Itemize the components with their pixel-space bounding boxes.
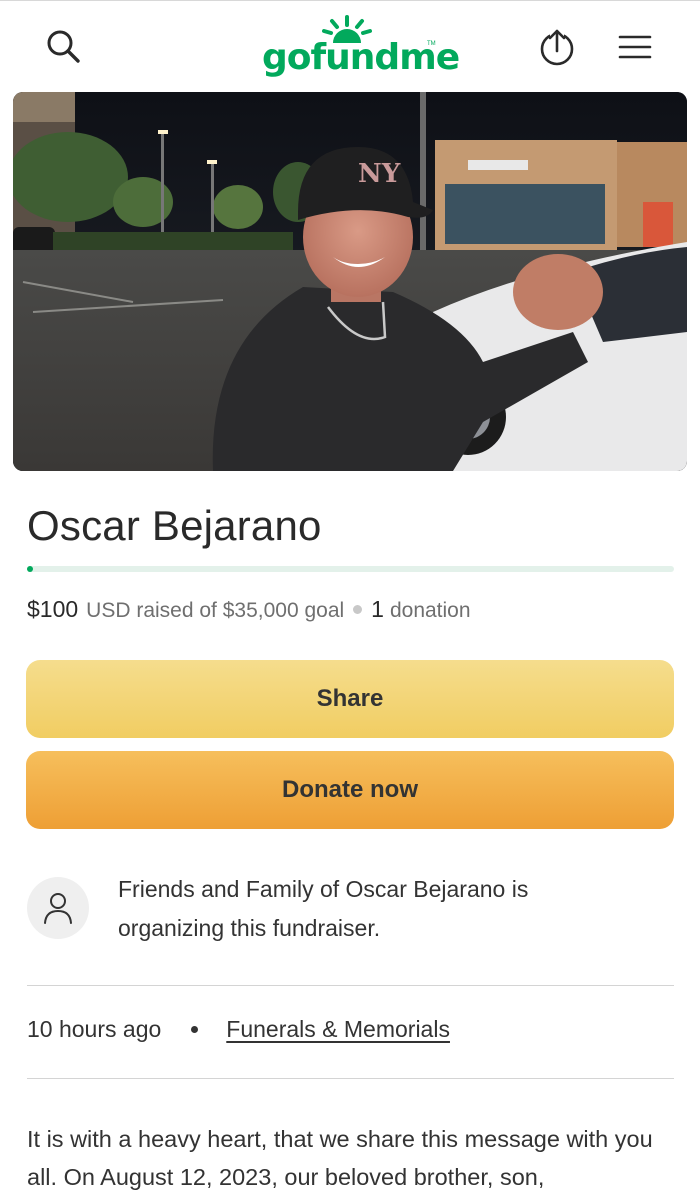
share-upload-icon bbox=[540, 29, 574, 66]
donate-now-button[interactable]: Donate now bbox=[26, 751, 674, 829]
person-icon bbox=[44, 893, 72, 924]
separator-dot bbox=[191, 1026, 199, 1033]
campaign-meta: 10 hours ago Funerals & Memorials bbox=[27, 1016, 450, 1043]
campaign-hero-image[interactable]: NY bbox=[13, 92, 687, 471]
site-header: gofundme TM bbox=[0, 0, 700, 92]
campaign-story: It is with a heavy heart, that we share … bbox=[27, 1126, 653, 1190]
progress-bar bbox=[27, 566, 674, 572]
campaign-title: Oscar Bejarano bbox=[27, 502, 322, 549]
search-icon bbox=[47, 30, 80, 63]
divider bbox=[27, 985, 674, 986]
svg-text:NY: NY bbox=[358, 159, 401, 189]
donation-count: 1 bbox=[371, 596, 384, 622]
share-button[interactable]: Share bbox=[26, 660, 674, 738]
share-upload-button[interactable] bbox=[532, 23, 582, 71]
menu-icon bbox=[618, 35, 652, 59]
category-link[interactable]: Funerals & Memorials bbox=[226, 1016, 450, 1043]
fundraising-stats: $100 USD raised of $35,000 goal 1 donati… bbox=[27, 596, 471, 623]
separator-dot bbox=[353, 605, 363, 614]
search-button[interactable] bbox=[40, 25, 88, 69]
raised-amount: $100 bbox=[27, 596, 79, 622]
raised-goal-label: USD raised of $35,000 goal bbox=[86, 599, 345, 622]
divider bbox=[27, 1078, 674, 1079]
menu-button[interactable] bbox=[612, 25, 658, 69]
gofundme-logo[interactable]: gofundme TM bbox=[262, 15, 460, 81]
organizer-text: Friends and Family of Oscar Bejarano is … bbox=[118, 876, 529, 941]
donation-label: donation bbox=[389, 599, 471, 622]
progress-bar-fill bbox=[27, 566, 33, 572]
posted-time: 10 hours ago bbox=[27, 1016, 162, 1042]
logo-trademark: TM bbox=[427, 41, 436, 47]
organizer-avatar bbox=[27, 877, 89, 939]
